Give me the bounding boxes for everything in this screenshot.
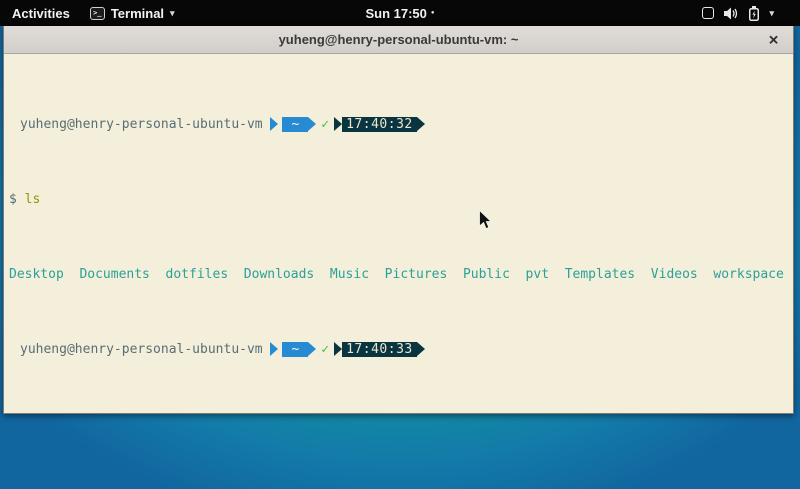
powerline-arrow-icon <box>334 342 342 356</box>
window-titlebar[interactable]: yuheng@henry-personal-ubuntu-vm: ~ ✕ <box>4 26 793 54</box>
command-line: $ ls <box>9 192 793 207</box>
close-icon[interactable]: ✕ <box>768 33 779 46</box>
app-menu-terminal[interactable]: >_ Terminal ▾ <box>82 0 183 26</box>
prompt-symbol: $ <box>9 192 25 207</box>
terminal-screen[interactable]: yuheng@henry-personal-ubuntu-vm ~ ✓ 17:4… <box>4 54 793 413</box>
terminal-window: yuheng@henry-personal-ubuntu-vm: ~ ✕ yuh… <box>3 26 794 414</box>
powerline-arrow-icon <box>417 342 425 356</box>
prompt-cwd-segment: ~ <box>282 117 308 132</box>
clock-menu[interactable]: Sun 17:50 ● <box>365 0 434 26</box>
prompt-time-segment: 17:40:33 <box>342 342 417 357</box>
window-title: yuheng@henry-personal-ubuntu-vm: ~ <box>279 32 519 47</box>
powerline-arrow-icon <box>270 117 278 131</box>
status-check-icon: ✓ <box>316 117 334 132</box>
powerline-arrow-icon <box>417 117 425 131</box>
status-check-icon: ✓ <box>316 342 334 357</box>
command-text: ls <box>25 192 41 207</box>
volume-icon <box>724 7 739 20</box>
prompt-line-1: yuheng@henry-personal-ubuntu-vm ~ ✓ 17:4… <box>20 117 793 132</box>
powerline-arrow-icon <box>308 117 316 131</box>
notification-dot-icon: ● <box>431 10 435 16</box>
prompt-user-host: yuheng@henry-personal-ubuntu-vm <box>20 342 270 357</box>
terminal-app-icon: >_ <box>90 7 105 20</box>
powerline-arrow-icon <box>308 342 316 356</box>
chevron-down-icon: ▾ <box>170 8 175 19</box>
top-bar: Activities >_ Terminal ▾ Sun 17:50 ● ▾ <box>0 0 800 26</box>
clock-label: Sun 17:50 <box>365 6 426 21</box>
prompt-time-segment: 17:40:32 <box>342 117 417 132</box>
display-icon <box>702 7 714 19</box>
prompt-user-host: yuheng@henry-personal-ubuntu-vm <box>20 117 270 132</box>
prompt-line-2: yuheng@henry-personal-ubuntu-vm ~ ✓ 17:4… <box>20 342 793 357</box>
activities-button[interactable]: Activities <box>0 0 82 26</box>
mouse-pointer-icon <box>479 210 493 230</box>
ls-output-line: Desktop Documents dotfiles Downloads Mus… <box>9 267 793 282</box>
system-status-area[interactable]: ▾ <box>702 0 774 26</box>
powerline-arrow-icon <box>270 342 278 356</box>
battery-charging-icon <box>749 6 759 21</box>
app-menu-label: Terminal <box>111 6 164 21</box>
powerline-arrow-icon <box>334 117 342 131</box>
prompt-cwd-segment: ~ <box>282 342 308 357</box>
system-chevron-down-icon: ▾ <box>769 8 774 19</box>
